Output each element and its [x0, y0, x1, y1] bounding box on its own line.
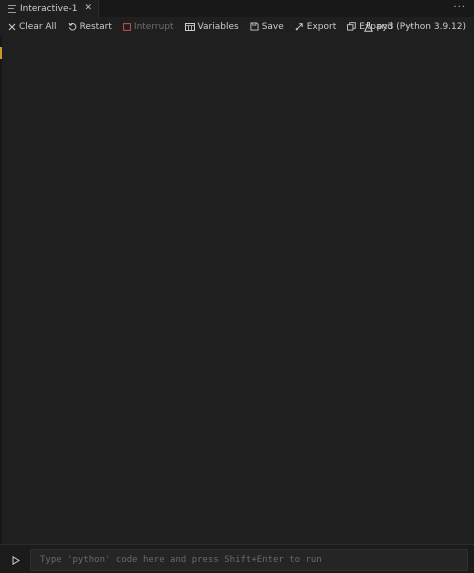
input-area [0, 544, 474, 573]
clear-all-button[interactable]: Clear All [8, 22, 57, 32]
export-label: Export [306, 21, 337, 32]
interactive-window: Interactive-1 ✕ ··· Clear All Restart In… [0, 0, 474, 573]
close-tab-icon[interactable]: ✕ [84, 4, 92, 13]
clear-all-label: Clear All [19, 21, 57, 32]
tab-interactive-1[interactable]: Interactive-1 ✕ [0, 0, 100, 17]
stop-icon [123, 22, 131, 31]
tab-bar: Interactive-1 ✕ ··· [0, 0, 474, 17]
variables-label: Variables [197, 21, 239, 32]
restart-button[interactable]: Restart [68, 22, 112, 32]
kernel-picker[interactable]: py3 (Python 3.9.12) [363, 17, 466, 36]
restart-label: Restart [79, 21, 112, 32]
save-icon [250, 22, 259, 31]
file-lines-icon [8, 4, 16, 13]
tab-label: Interactive-1 [20, 3, 78, 14]
close-icon [8, 23, 16, 30]
kernel-label: py3 (Python 3.9.12) [376, 21, 466, 32]
code-input-box[interactable] [30, 549, 468, 571]
variables-button[interactable]: Variables [184, 21, 239, 32]
toolbar: Clear All Restart Interrupt Variables Sa… [0, 17, 474, 36]
code-input[interactable] [40, 555, 467, 565]
expand-icon [347, 22, 356, 31]
run-button[interactable] [6, 551, 26, 569]
export-button[interactable]: Export [295, 22, 336, 32]
play-icon [12, 555, 20, 565]
variables-icon [184, 22, 195, 31]
output-area [2, 36, 474, 544]
export-icon [295, 23, 303, 31]
save-button[interactable]: Save [250, 22, 284, 32]
more-actions-icon[interactable]: ··· [453, 1, 466, 14]
flask-icon [363, 21, 373, 32]
save-label: Save [261, 21, 284, 32]
interrupt-button[interactable]: Interrupt [123, 22, 174, 32]
interrupt-label: Interrupt [133, 21, 174, 32]
restart-icon [68, 22, 76, 31]
